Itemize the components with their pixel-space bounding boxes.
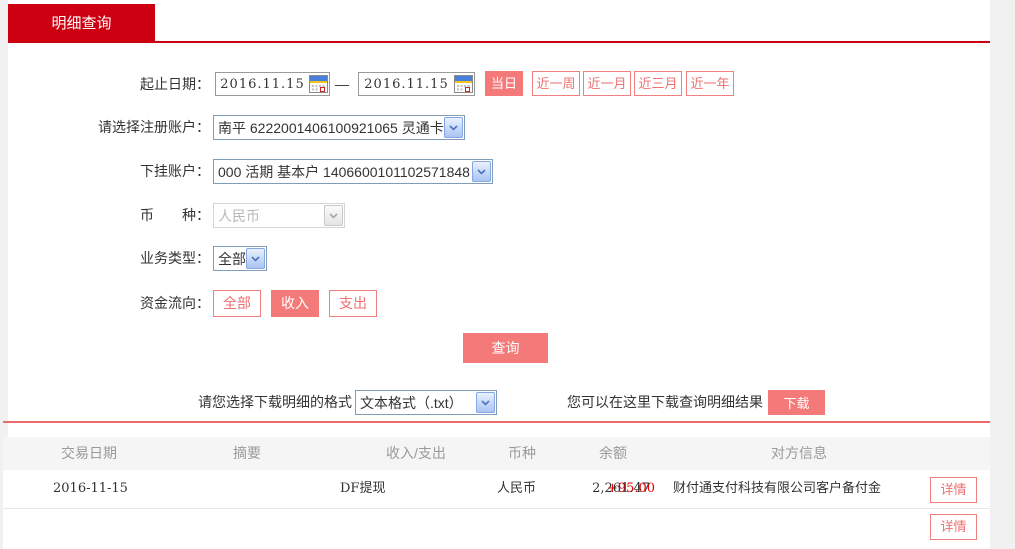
download-format-label: 请您选择下载明细的格式 (198, 394, 352, 410)
th-counterparty: 对方信息 (771, 445, 827, 461)
start-date-value: 2016.11.15 (220, 76, 305, 92)
cell-summary: DF提现 (340, 481, 386, 496)
fund-flow-income-button[interactable]: 收入 (271, 290, 319, 317)
cell-counterparty: 财付通支付科技有限公司客户备付金 (673, 481, 882, 496)
business-type-value: 全部 (218, 250, 246, 267)
chevron-down-icon (324, 205, 343, 226)
start-date-input[interactable]: 2016.11.15 (215, 72, 330, 96)
chevron-down-icon (444, 117, 463, 138)
quick-range-today-button[interactable]: 当日 (485, 71, 523, 96)
table-row-partial: 详情 (3, 509, 990, 549)
fund-flow-all-button[interactable]: 全部 (213, 290, 261, 317)
currency-label: 币 种： (140, 207, 210, 223)
quick-range-3months-button[interactable]: 近三月 (634, 71, 682, 96)
th-amount: 收入/支出 (386, 445, 446, 461)
quick-range-month-button[interactable]: 近一月 (583, 71, 631, 96)
table-top-line (3, 421, 990, 423)
cell-currency: 人民币 (497, 481, 537, 496)
end-date-input[interactable]: 2016.11.15 (358, 72, 475, 96)
business-type-label: 业务类型： (140, 250, 210, 266)
download-format-value: 文本格式（.txt） (360, 394, 463, 411)
tab-underline (8, 41, 990, 43)
th-balance: 余额 (599, 445, 627, 461)
detail-button[interactable]: 详情 (930, 477, 977, 503)
sub-account-value: 000 活期 基本户 1406600101102571848 (218, 163, 470, 180)
cell-balance: 2,261.47 (592, 481, 650, 496)
quick-range-year-button[interactable]: 近一年 (686, 71, 734, 96)
chevron-down-icon (476, 392, 495, 413)
register-account-select[interactable]: 南平 6222001406100921065 灵通卡 (213, 115, 465, 140)
date-range-label: 起止日期： (140, 76, 210, 92)
date-range-separator: — (335, 76, 349, 92)
main-panel: 明细查询 起止日期： 2016.11.15 — 2016.11.15 当日 近一… (3, 0, 990, 549)
th-summary: 摘要 (233, 445, 261, 461)
download-button[interactable]: 下载 (768, 390, 825, 415)
calendar-icon[interactable] (454, 75, 473, 93)
download-hint: 您可以在这里下载查询明细结果 (567, 394, 763, 410)
end-date-value: 2016.11.15 (364, 76, 449, 92)
register-account-label: 请选择注册账户： (98, 119, 210, 135)
tab-detail-query[interactable]: 明细查询 (8, 4, 155, 41)
table-row: 2016-11-15 DF提现 +95.00 人民币 2,261.47 财付通支… (3, 470, 990, 509)
chevron-down-icon (472, 161, 491, 182)
detail-button[interactable]: 详情 (930, 514, 977, 540)
currency-select: 人民币 (213, 203, 345, 228)
query-button[interactable]: 查询 (463, 333, 548, 363)
fund-flow-expense-button[interactable]: 支出 (329, 290, 377, 317)
calendar-icon[interactable] (309, 75, 328, 93)
tab-label: 明细查询 (51, 15, 112, 32)
cell-date: 2016-11-15 (53, 481, 128, 496)
fund-flow-label: 资金流向： (140, 295, 210, 311)
th-currency: 币种 (508, 445, 536, 461)
quick-range-week-button[interactable]: 近一周 (532, 71, 580, 96)
chevron-down-icon (246, 248, 265, 269)
download-format-select[interactable]: 文本格式（.txt） (355, 390, 497, 415)
register-account-value: 南平 6222001406100921065 灵通卡 (218, 119, 444, 136)
table-header-row: 交易日期 摘要 收入/支出 币种 余额 对方信息 (3, 437, 990, 470)
th-date: 交易日期 (61, 445, 117, 461)
sub-account-select[interactable]: 000 活期 基本户 1406600101102571848 (213, 159, 493, 184)
sub-account-label: 下挂账户： (140, 163, 210, 179)
business-type-select[interactable]: 全部 (213, 246, 267, 271)
currency-value: 人民币 (218, 207, 260, 224)
